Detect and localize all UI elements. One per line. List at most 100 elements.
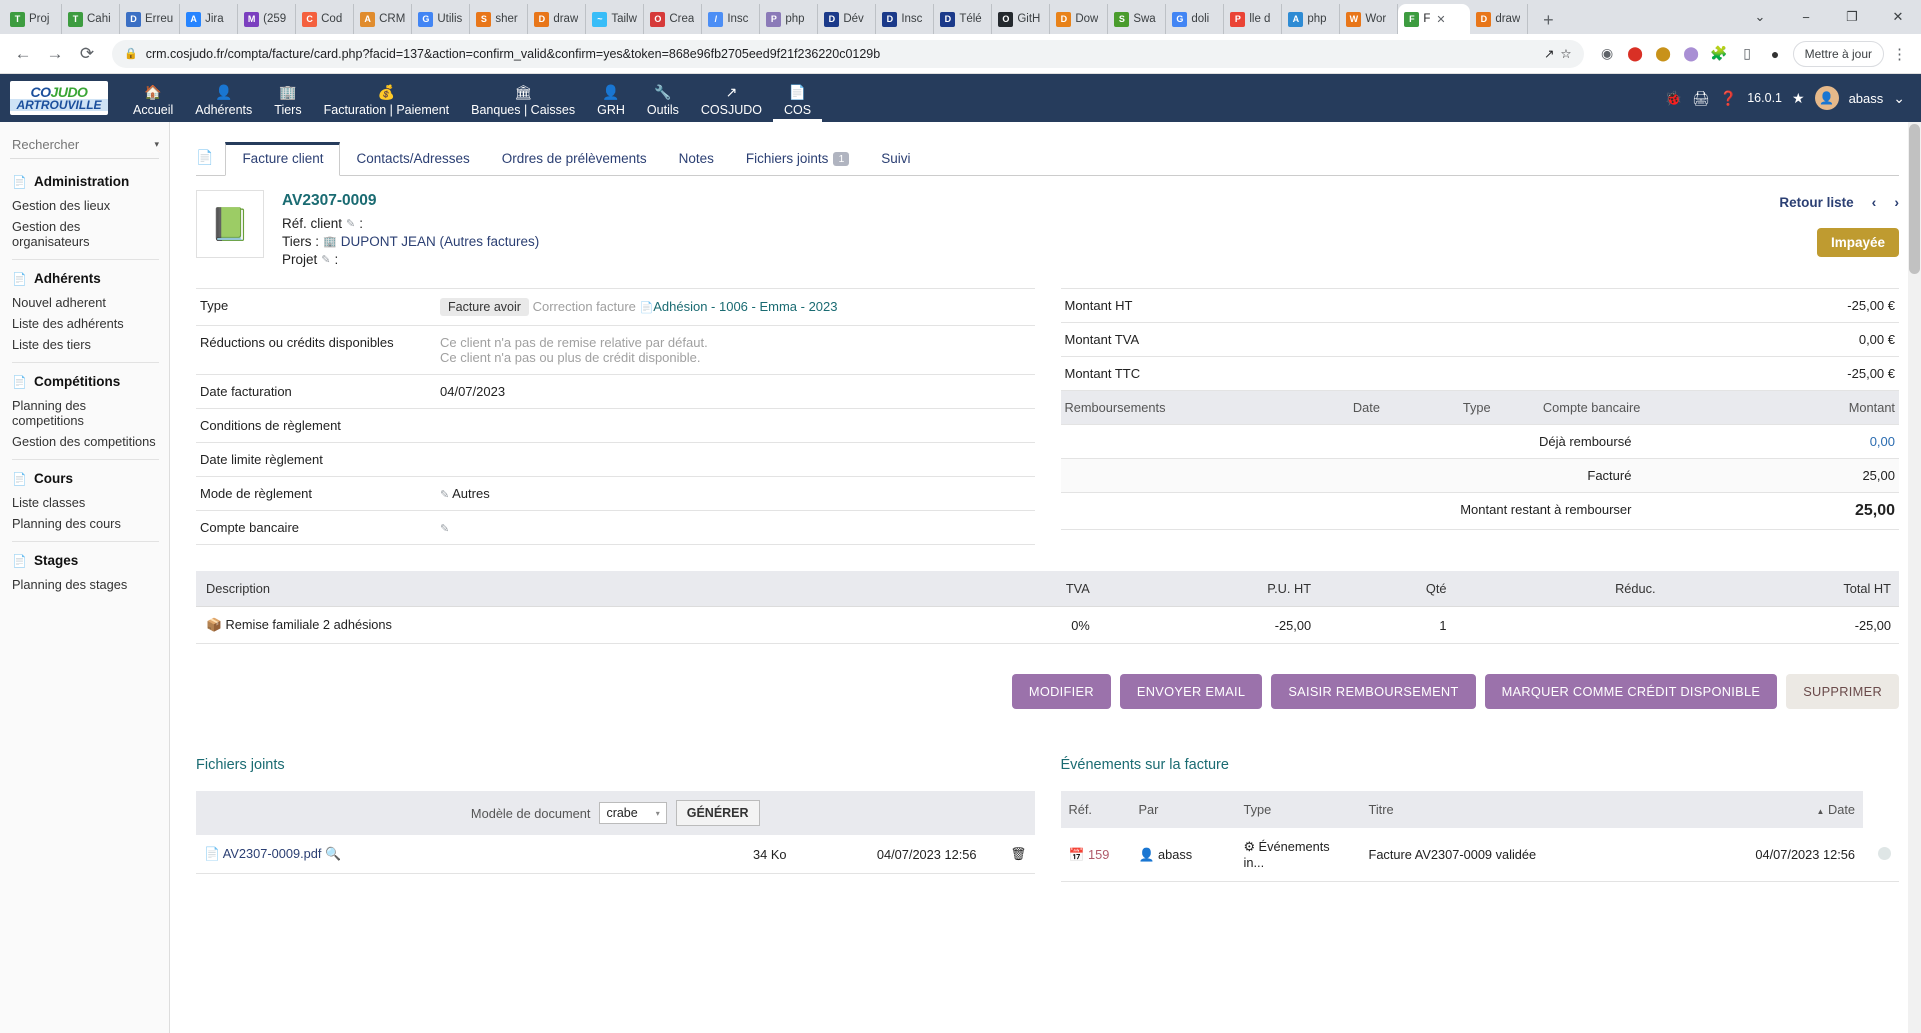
tab-facture-client[interactable]: Facture client <box>225 142 341 176</box>
document-model-select[interactable]: crabe ▾ <box>599 802 667 824</box>
sidebar-item-planning-des-stages[interactable]: Planning des stages <box>0 574 169 595</box>
browser-tab[interactable]: S Swa <box>1108 4 1167 34</box>
tiers-link[interactable]: DUPONT JEAN (Autres factures) <box>341 234 540 249</box>
correction-link[interactable]: Adhésion - 1006 - Emma - 2023 <box>653 299 837 314</box>
sidebar-group-title[interactable]: 📄 Stages <box>0 542 169 574</box>
browser-tab[interactable]: O GitH <box>992 4 1051 34</box>
edit-pencil-icon[interactable]: ✎ <box>346 217 355 230</box>
chevron-down-icon[interactable]: ▾ <box>154 139 159 150</box>
event-col-header[interactable]: Type <box>1235 791 1361 828</box>
app-logo[interactable]: COJUDO ARTROUVILLE <box>10 81 108 115</box>
browser-tab[interactable]: D Télé <box>934 4 993 34</box>
marquer-comme-crédit-disponible-button[interactable]: MARQUER COMME CRÉDIT DISPONIBLE <box>1484 674 1778 709</box>
browser-tab[interactable]: T Cahi <box>62 4 120 34</box>
attachment-name-link[interactable]: AV2307-0009.pdf <box>223 846 322 861</box>
menu-item-accueil[interactable]: 🏠 Accueil <box>122 74 184 122</box>
supprimer-button[interactable]: SUPPRIMER <box>1786 674 1899 709</box>
tab-notes[interactable]: Notes <box>663 143 730 175</box>
close-icon[interactable]: ✕ <box>1436 13 1445 26</box>
sidebar-group-title[interactable]: 📄 Compétitions <box>0 363 169 395</box>
browser-tab[interactable]: A CRM <box>354 4 413 34</box>
next-record-icon[interactable]: › <box>1894 194 1899 210</box>
browser-tab[interactable]: Ssher <box>470 4 529 34</box>
sidebar-item-planning-des-competitions[interactable]: Planning des competitions <box>0 395 169 431</box>
edit-pencil-icon[interactable]: ✎ <box>321 253 330 266</box>
browser-menu-icon[interactable]: ⋮ <box>1886 45 1913 63</box>
menu-item-outils[interactable]: 🔧 Outils <box>636 74 690 122</box>
preview-zoom-icon[interactable]: 🔍 <box>325 846 341 861</box>
maximize-button[interactable]: ❐ <box>1829 0 1875 34</box>
envoyer-email-button[interactable]: ENVOYER EMAIL <box>1119 674 1263 709</box>
username-label[interactable]: abass <box>1849 91 1884 106</box>
address-bar[interactable]: 🔒 crm.cosjudo.fr/compta/facture/card.php… <box>112 39 1584 68</box>
event-col-header[interactable]: ▲ Date <box>1693 791 1863 828</box>
browser-tab[interactable]: G Utilis <box>412 4 471 34</box>
bookmark-icon[interactable]: ★ <box>1792 90 1805 107</box>
browser-tab[interactable]: O Crea <box>644 4 703 34</box>
sidebar-group-title[interactable]: 📄 Cours <box>0 460 169 492</box>
menu-item-tiers[interactable]: 🏢 Tiers <box>263 74 312 122</box>
event-col-header[interactable]: Titre <box>1360 791 1693 828</box>
avatar[interactable]: 👤 <box>1814 86 1839 110</box>
grammarly-icon[interactable]: ⬤ <box>1682 44 1701 63</box>
help-icon[interactable]: ❓ <box>1720 90 1737 107</box>
browser-tab[interactable]: A Jira <box>180 4 239 34</box>
print-icon[interactable]: 🖨 <box>1692 90 1710 107</box>
edit-pencil-icon[interactable]: ✎ <box>440 489 449 501</box>
share-icon[interactable]: ↗ <box>1544 46 1554 61</box>
page-scrollbar[interactable] <box>1908 122 1921 1033</box>
bug-icon[interactable]: 🐞 <box>1665 90 1682 107</box>
browser-tab[interactable]: Plle d <box>1224 4 1283 34</box>
menu-item-adh-rents[interactable]: 👤 Adhérents <box>184 74 263 122</box>
prev-record-icon[interactable]: ‹ <box>1872 194 1877 210</box>
tab-ordres-de-pr-l-vements[interactable]: Ordres de prélèvements <box>486 143 663 175</box>
modifier-button[interactable]: MODIFIER <box>1011 674 1111 709</box>
tab-fichiers-joints[interactable]: Fichiers joints 1 <box>730 143 865 175</box>
menu-item-facturation-paiement[interactable]: 💰 Facturation | Paiement <box>313 74 461 122</box>
browser-tab[interactable]: ~ Tailw <box>586 4 645 34</box>
tab-contacts-adresses[interactable]: Contacts/Adresses <box>340 143 485 175</box>
menu-item-cos[interactable]: 📄 COS <box>773 74 822 122</box>
browser-tab[interactable]: D Dow <box>1050 4 1109 34</box>
browser-tab[interactable]: W Wor <box>1340 4 1399 34</box>
browser-tab[interactable]: D Dév <box>818 4 877 34</box>
sidebar-item-liste-classes[interactable]: Liste classes <box>0 492 169 513</box>
sidebar-item-gestion-des-organisateurs[interactable]: Gestion des organisateurs <box>0 216 169 252</box>
reload-icon[interactable]: ⟳ <box>72 39 102 69</box>
dark-reader-icon[interactable]: ● <box>1766 44 1785 63</box>
event-ref[interactable]: 159 <box>1088 847 1109 862</box>
sidebar-item-gestion-des-competitions[interactable]: Gestion des competitions <box>0 431 169 452</box>
browser-tab[interactable]: C Cod <box>296 4 355 34</box>
browser-tab[interactable]: Ddraw <box>1470 4 1529 34</box>
device-icon[interactable]: ▯ <box>1738 44 1757 63</box>
retour-liste-link[interactable]: Retour liste <box>1779 195 1853 210</box>
browser-tab[interactable]: / Insc <box>702 4 761 34</box>
search-input[interactable] <box>10 136 155 153</box>
event-col-header[interactable]: Par <box>1130 791 1236 828</box>
back-icon[interactable]: ← <box>8 39 38 69</box>
update-button[interactable]: Mettre à jour <box>1792 40 1884 67</box>
minimize-button[interactable]: − <box>1783 0 1829 34</box>
chevron-down-icon[interactable]: ⌄ <box>1893 90 1905 107</box>
browser-tab[interactable]: Pphp <box>760 4 819 34</box>
bookmark-star-icon[interactable]: ☆ <box>1560 46 1571 61</box>
menu-item-grh[interactable]: 👤 GRH <box>586 74 636 122</box>
sidebar-search[interactable]: ▾ <box>10 136 159 159</box>
browser-tab[interactable]: M (259 <box>238 4 297 34</box>
remboursement-value[interactable]: 0,00 <box>1635 424 1899 459</box>
sidebar-item-liste-des-tiers[interactable]: Liste des tiers <box>0 334 169 355</box>
honey-icon[interactable]: ⬤ <box>1654 44 1673 63</box>
pocket-icon[interactable]: ◉ <box>1598 44 1617 63</box>
browser-tab[interactable]: Aphp <box>1282 4 1341 34</box>
generate-button[interactable]: GÉNÉRER <box>675 800 760 826</box>
sidebar-item-liste-des-adh-rents[interactable]: Liste des adhérents <box>0 313 169 334</box>
browser-tab[interactable]: T Proj <box>4 4 62 34</box>
browser-tab[interactable]: D Erreu <box>120 4 181 34</box>
menu-item-cosjudo[interactable]: ↗ COSJUDO <box>690 74 773 122</box>
sidebar-group-title[interactable]: 📄 Adhérents <box>0 260 169 292</box>
browser-tab[interactable]: D Insc <box>876 4 935 34</box>
menu-item-banques-caisses[interactable]: 🏛 Banques | Caisses <box>460 74 586 122</box>
browser-tab[interactable]: F F ✕ <box>1398 4 1471 34</box>
new-tab-button[interactable]: + <box>1534 6 1562 34</box>
forward-icon[interactable]: → <box>40 39 70 69</box>
